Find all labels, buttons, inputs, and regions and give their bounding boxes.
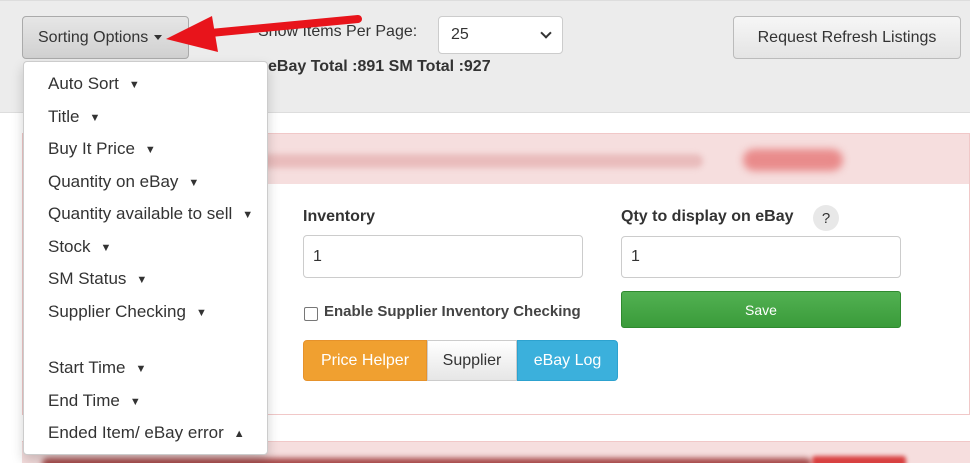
blurred-status-badge — [743, 149, 843, 171]
sort-item-end-time[interactable]: End Time ▼ — [48, 391, 141, 411]
sort-desc-icon: ▼ — [144, 143, 156, 156]
listing-totals: eBay Total :891 SM Total :927 — [268, 58, 491, 75]
sort-desc-icon: ▼ — [195, 306, 207, 319]
qty-display-label: Qty to display on eBay — [621, 208, 794, 225]
sort-item-supplier-checking[interactable]: Supplier Checking ▼ — [48, 302, 207, 322]
sort-desc-icon: ▼ — [129, 395, 141, 408]
sort-item-title[interactable]: Title ▼ — [48, 107, 100, 127]
sort-desc-icon: ▼ — [89, 111, 101, 124]
sort-desc-icon: ▼ — [188, 176, 200, 189]
sorting-options-label: Sorting Options — [38, 28, 149, 46]
help-icon[interactable]: ? — [813, 205, 839, 231]
per-page-value: 25 — [451, 26, 469, 43]
sort-desc-icon: ▼ — [242, 208, 254, 221]
qty-display-input[interactable]: 1 — [621, 236, 901, 278]
sort-item-start-time[interactable]: Start Time ▼ — [48, 358, 146, 378]
sort-item-quantity-on-ebay[interactable]: Quantity on eBay ▼ — [48, 172, 199, 192]
sort-item-stock[interactable]: Stock ▼ — [48, 237, 111, 257]
supplier-checking-checkbox[interactable] — [304, 307, 318, 321]
request-refresh-listings-button[interactable]: Request Refresh Listings — [733, 16, 961, 59]
annotation-arrow-shaft — [196, 15, 362, 38]
sort-desc-icon: ▼ — [128, 78, 140, 91]
sort-desc-icon: ▼ — [136, 273, 148, 286]
per-page-select[interactable]: 25 — [438, 16, 563, 54]
annotation-arrow-icon — [166, 15, 362, 52]
sort-item-buy-it-price[interactable]: Buy It Price ▼ — [48, 139, 156, 159]
sort-item-quantity-available[interactable]: Quantity available to sell ▼ — [48, 204, 253, 224]
sort-item-sm-status[interactable]: SM Status ▼ — [48, 269, 147, 289]
supplier-checking-label: Enable Supplier Inventory Checking — [324, 303, 581, 320]
annotation-arrow-head — [166, 16, 218, 52]
ebay-log-button[interactable]: eBay Log — [517, 340, 618, 381]
sorting-options-menu: Auto Sort ▼ Title ▼ Buy It Price ▼ Quantity… — [23, 61, 268, 455]
blurred-title — [223, 154, 703, 168]
sort-desc-icon: ▼ — [135, 362, 147, 375]
blurred-next-badge — [812, 456, 906, 463]
save-button[interactable]: Save — [621, 291, 901, 328]
sort-item-ended-item-ebay-error[interactable]: Ended Item/ eBay error ▲ — [48, 423, 245, 443]
blurred-next-title — [42, 458, 812, 463]
sort-item-auto-sort[interactable]: Auto Sort ▼ — [48, 74, 140, 94]
chevron-down-icon — [540, 27, 552, 39]
price-helper-button[interactable]: Price Helper — [303, 340, 427, 381]
inventory-input[interactable]: 1 — [303, 235, 583, 278]
listing-action-buttons: Price Helper Supplier eBay Log — [303, 340, 618, 381]
sort-desc-icon: ▼ — [100, 241, 112, 254]
sort-asc-icon: ▲ — [233, 427, 245, 440]
supplier-button[interactable]: Supplier — [427, 340, 517, 381]
inventory-label: Inventory — [303, 208, 376, 225]
